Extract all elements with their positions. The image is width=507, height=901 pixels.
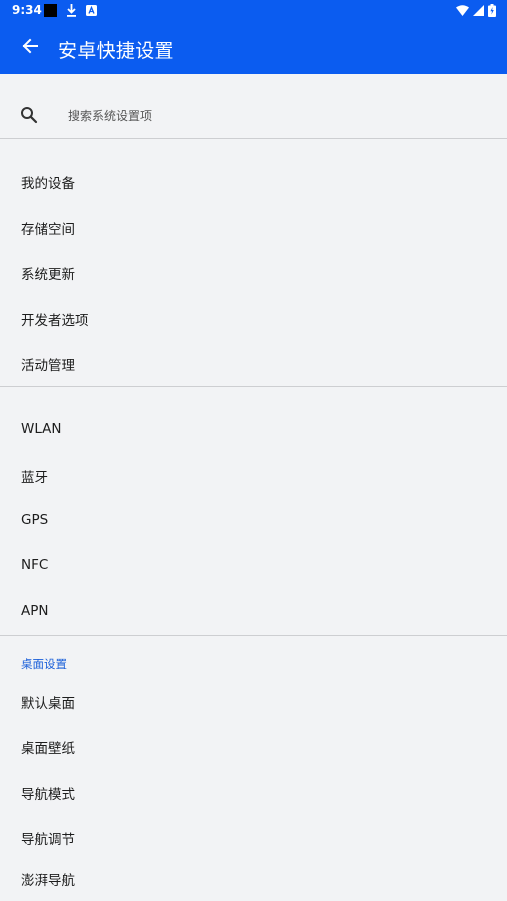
menu-item-label: 我的设备: [21, 176, 75, 192]
menu-item-label: 默认桌面: [21, 696, 75, 712]
menu-item-activity-manager[interactable]: 活动管理: [0, 341, 507, 386]
back-button[interactable]: [14, 33, 46, 63]
status-time: 9:34: [12, 3, 42, 17]
menu-item-system-update[interactable]: 系统更新: [0, 250, 507, 295]
search-input[interactable]: [66, 104, 490, 128]
menu-item-bluetooth[interactable]: 蓝牙: [0, 453, 507, 498]
menu-item-label: 开发者选项: [21, 313, 89, 329]
menu-item-label: APN: [21, 603, 49, 619]
status-left-icons: [44, 4, 97, 20]
page-title: 安卓快捷设置: [58, 40, 174, 62]
section-header-desktop: 桌面设置: [21, 657, 67, 671]
toolbar: 安卓快捷设置: [0, 24, 507, 72]
menu-item-label: 导航模式: [21, 787, 75, 803]
black-square-icon: [44, 4, 57, 20]
menu-item-label: 蓝牙: [21, 470, 48, 486]
divider: [0, 386, 507, 387]
divider: [0, 635, 507, 636]
status-bar: 9:34: [0, 0, 507, 22]
menu-item-label: 桌面壁纸: [21, 741, 75, 757]
menu-item-navigation-adjust[interactable]: 导航调节: [0, 815, 507, 860]
menu-item-nfc[interactable]: NFC: [0, 544, 507, 589]
menu-item-label: 系统更新: [21, 267, 75, 283]
menu-item-label: 活动管理: [21, 358, 75, 374]
menu-item-label: 存储空间: [21, 222, 75, 238]
app-bar: 9:34 安卓快捷设置: [0, 0, 507, 74]
search-bar: [0, 94, 507, 138]
menu-item-developer-options[interactable]: 开发者选项: [0, 296, 507, 341]
menu-item-navigation-mode[interactable]: 导航模式: [0, 770, 507, 815]
menu-item-apn[interactable]: APN: [0, 590, 507, 635]
arrow-left-icon: [22, 38, 38, 58]
battery-charging-icon: [488, 4, 496, 20]
menu-item-label: GPS: [21, 512, 49, 528]
menu-item-default-launcher[interactable]: 默认桌面: [0, 679, 507, 724]
divider: [0, 138, 507, 139]
cell-signal-icon: [473, 5, 484, 19]
search-icon[interactable]: [20, 106, 40, 126]
menu-item-wallpaper[interactable]: 桌面壁纸: [0, 724, 507, 769]
text-a-icon: [86, 5, 97, 19]
download-icon: [66, 4, 77, 20]
menu-item-label: NFC: [21, 557, 49, 573]
menu-item-my-device[interactable]: 我的设备: [0, 159, 507, 204]
wifi-icon: [456, 5, 469, 19]
menu-item-label: WLAN: [21, 421, 62, 437]
status-right-icons: [456, 4, 496, 20]
menu-item-gps[interactable]: GPS: [0, 499, 507, 544]
menu-item-storage[interactable]: 存储空间: [0, 205, 507, 250]
menu-item-label: 导航调节: [21, 832, 75, 848]
menu-item-hyper-navigation[interactable]: 澎湃导航: [0, 856, 507, 901]
menu-item-label: 澎湃导航: [21, 873, 75, 889]
menu-item-wlan[interactable]: WLAN: [0, 408, 507, 453]
